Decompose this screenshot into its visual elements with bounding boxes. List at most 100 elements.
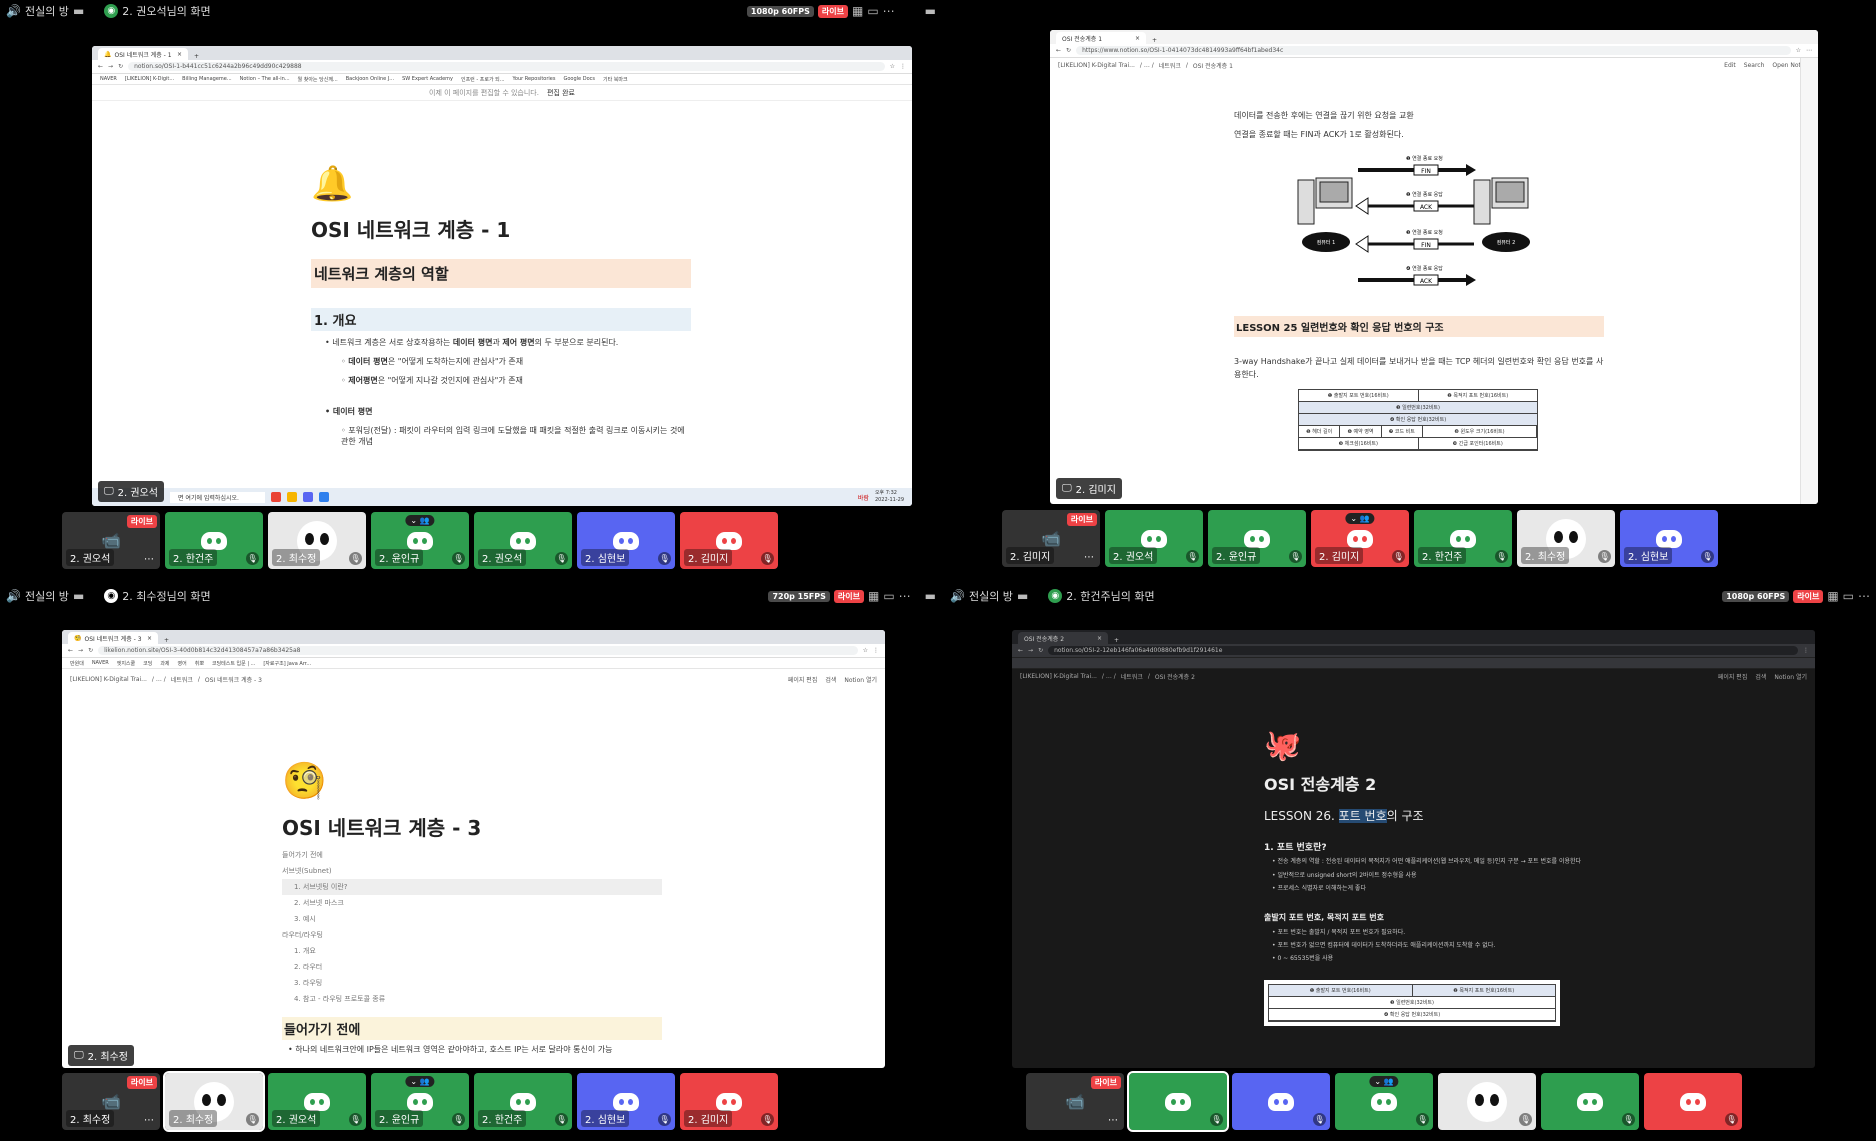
participant-tile[interactable]: 2. 김미지 🎙 xyxy=(680,512,778,569)
participant-tile[interactable]: 2. 최수정 🎙 xyxy=(1517,510,1615,567)
bookmark-item[interactable]: 코딩테스트 입문 | ... xyxy=(212,660,255,667)
participant-tile[interactable]: 2. 최수정 🎙 xyxy=(268,512,366,569)
q4-url-field[interactable]: notion.so/OSI-2-12eb146fa06a4d00880efb9d… xyxy=(1048,646,1798,655)
new-tab-icon[interactable]: + xyxy=(164,637,169,644)
bookmark-item[interactable]: NAVER xyxy=(100,76,117,82)
bookmark-item[interactable]: 영어 xyxy=(178,660,187,667)
q4-browser-tab[interactable]: OSI 전송계층 2 × xyxy=(1018,632,1108,644)
toc-item[interactable]: 1. 개요 xyxy=(282,943,662,959)
q1-edit-done-button[interactable]: 편집 완료 xyxy=(547,88,575,98)
toc-item[interactable]: 1. 서브넷팅 이란? xyxy=(282,879,662,895)
forward-icon[interactable]: → xyxy=(1028,647,1033,654)
close-icon[interactable]: × xyxy=(147,635,152,642)
q4-search-button[interactable]: 검색 xyxy=(1755,672,1766,681)
chat-toggle-icon[interactable]: ▬ xyxy=(925,4,936,18)
more-icon[interactable]: ⋯ xyxy=(883,4,895,18)
bookmark-item[interactable]: SW Expert Academy xyxy=(402,76,453,82)
participant-tile[interactable]: ⌄ 👥 🎙 xyxy=(1335,1073,1433,1130)
bookmark-item[interactable]: [자료구조] Java Arr... xyxy=(263,660,311,667)
q2-edit-button[interactable]: Edit xyxy=(1724,62,1736,69)
toc-item[interactable]: 라우터/라우팅 xyxy=(282,927,662,943)
q1-channel[interactable]: 🔊 전실의 방 ▬ xyxy=(6,3,84,19)
grid-icon[interactable]: ▦ xyxy=(868,589,879,603)
q1-url-field[interactable]: notion.so/OSI-1-b441cc51c6244a2b96c49dd9… xyxy=(128,62,885,71)
q4-crumb-1[interactable]: [LIKELION] K-Digital Trai... xyxy=(1020,673,1097,680)
participant-tile[interactable]: 2. 심현보 🎙 xyxy=(1620,510,1718,567)
popout-icon[interactable]: ▭ xyxy=(1843,589,1854,603)
new-tab-icon[interactable]: + xyxy=(1152,37,1157,44)
participant-tile[interactable]: 2. 윤인규 🎙 xyxy=(1208,510,1306,567)
more-icon[interactable]: ⋯ xyxy=(899,589,911,603)
reload-icon[interactable]: ↻ xyxy=(1066,47,1071,54)
menu-icon[interactable]: ⋯ xyxy=(1806,47,1812,54)
q4-crumb-3[interactable]: OSI 전송계층 2 xyxy=(1155,672,1195,681)
close-icon[interactable]: × xyxy=(1097,635,1102,642)
participant-tile[interactable]: 2. 권오석 🎙 xyxy=(268,1073,366,1130)
close-icon[interactable]: × xyxy=(177,51,182,58)
participant-tile[interactable]: 📹 ⋯ 라이브 2. 김미지 xyxy=(1002,510,1100,567)
forward-icon[interactable]: → xyxy=(78,647,83,654)
q1-browser-tab[interactable]: 🔔 OSI 네트워크 계층 - 1 × xyxy=(98,48,188,60)
popout-icon[interactable]: ▭ xyxy=(883,589,894,603)
q2-crumb-1[interactable]: [LIKELION] K-Digital Trai... xyxy=(1058,62,1135,69)
popout-icon[interactable]: ▭ xyxy=(867,4,878,18)
participant-tile[interactable]: 2. 권오석 🎙 xyxy=(474,512,572,569)
participant-tile[interactable]: 🎙 xyxy=(1541,1073,1639,1130)
participant-tile[interactable]: 2. 한건주 🎙 xyxy=(1414,510,1512,567)
participant-tile[interactable]: 2. 심현보 🎙 xyxy=(577,512,675,569)
q4-open-notion-button[interactable]: Notion 열기 xyxy=(1774,672,1807,681)
vscode-icon[interactable] xyxy=(319,492,329,502)
bookmark-item[interactable]: 만원대 xyxy=(70,660,84,667)
q3-search-button[interactable]: 검색 xyxy=(825,675,836,684)
q3-edit-button[interactable]: 페이지 편집 xyxy=(788,675,818,684)
reload-icon[interactable]: ↻ xyxy=(118,63,123,70)
toc-item[interactable]: 2. 서브넷 마스크 xyxy=(282,895,662,911)
bookmark-item[interactable]: 취뽀 xyxy=(195,660,204,667)
bookmark-item[interactable]: 엣지스쿨 xyxy=(117,660,135,667)
q2-crumb-3[interactable]: OSI 전송계층 1 xyxy=(1193,61,1233,70)
more-icon[interactable]: ⋯ xyxy=(1858,589,1870,603)
participant-tile[interactable]: 📹 ⋯ 라이브 xyxy=(1026,1073,1124,1130)
back-icon[interactable]: ← xyxy=(1018,647,1023,654)
new-tab-icon[interactable]: + xyxy=(194,53,199,60)
more-icon[interactable]: ⋯ xyxy=(144,554,154,565)
bookmark-item[interactable]: 기타 북마크 xyxy=(603,76,628,83)
bookmark-item[interactable]: Your Repositories xyxy=(513,76,556,82)
back-icon[interactable]: ← xyxy=(98,63,103,70)
participant-tile[interactable]: 2. 한건주 🎙 xyxy=(474,1073,572,1130)
grid-icon[interactable]: ▦ xyxy=(852,4,863,18)
favorites-icon[interactable]: ☆ xyxy=(1796,47,1801,54)
menu-icon[interactable]: ⋮ xyxy=(873,647,879,654)
back-icon[interactable]: ← xyxy=(1056,47,1061,54)
participant-tile[interactable]: 2. 심현보 🎙 xyxy=(577,1073,675,1130)
participant-tile[interactable]: ⌄ 👥 2. 윤인규 🎙 xyxy=(371,512,469,569)
participant-tile[interactable]: 🎙 xyxy=(1127,1071,1229,1132)
q2-search-button[interactable]: Search xyxy=(1744,62,1765,69)
participant-tile[interactable]: 📹 ⋯ 라이브 2. 권오석 xyxy=(62,512,160,569)
q1-taskbar-search[interactable]: 면 여기에 입력하십시오. xyxy=(170,491,265,503)
q2-url-field[interactable]: https://www.notion.so/OSI-1-0414073dc481… xyxy=(1076,46,1791,55)
q3-crumb-3[interactable]: OSI 네트워크 계층 - 3 xyxy=(205,675,262,684)
reload-icon[interactable]: ↻ xyxy=(88,647,93,654)
toc-item[interactable]: 3. 라우팅 xyxy=(282,975,662,991)
chat-toggle-icon[interactable]: ▬ xyxy=(925,589,936,603)
more-icon[interactable]: ⋯ xyxy=(1108,1115,1118,1126)
more-icon[interactable]: ⋯ xyxy=(144,1115,154,1126)
participant-tile[interactable]: 2. 권오석 🎙 xyxy=(1105,510,1203,567)
participant-tile[interactable]: 2. 최수정 🎙 xyxy=(163,1071,265,1132)
toc-item[interactable]: 서브넷(Subnet) xyxy=(282,863,662,879)
q3-url-field[interactable]: likelion.notion.site/OSI-3-40d0b814c32d4… xyxy=(98,646,858,655)
folder-icon[interactable] xyxy=(287,492,297,502)
bookmark-item[interactable]: Google Docs xyxy=(564,76,595,82)
q3-browser-tab[interactable]: 🧐 OSI 네트워크 계층 - 3 × xyxy=(68,632,158,644)
menu-icon[interactable]: ⋮ xyxy=(900,63,906,70)
bookmark-item[interactable]: [LIKELION] K-Digit... xyxy=(125,76,174,82)
q4-channel[interactable]: 🔊 전실의 방 ▬ xyxy=(950,588,1028,604)
bookmark-item[interactable]: Notion – The all-in... xyxy=(240,76,290,82)
q2-crumb-2[interactable]: 네트워크 xyxy=(1159,61,1181,70)
q2-browser-tab[interactable]: OSI 전송계층 1 × xyxy=(1056,32,1146,44)
toc-item[interactable]: 4. 참고 - 라우팅 프로토콜 종류 xyxy=(282,991,662,1007)
chrome-icon[interactable] xyxy=(271,492,281,502)
participant-tile[interactable]: 🎙 xyxy=(1438,1073,1536,1130)
q4-crumb-2[interactable]: 네트워크 xyxy=(1121,672,1143,681)
